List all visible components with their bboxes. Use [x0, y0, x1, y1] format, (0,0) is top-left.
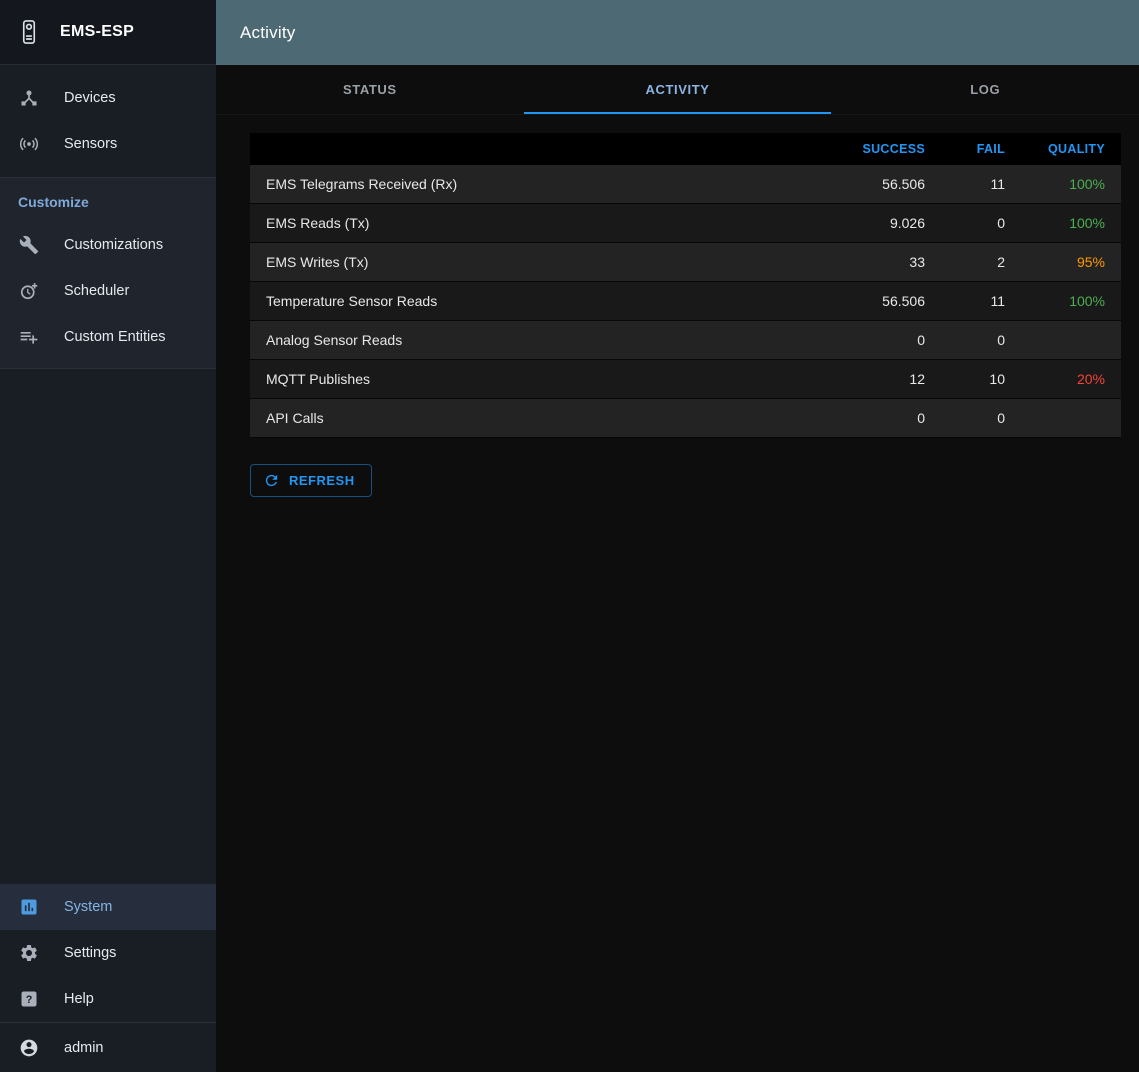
- app-logo: EMS-ESP: [0, 0, 216, 65]
- fail-column-header: FAIL: [941, 133, 1021, 165]
- tab-status[interactable]: STATUS: [216, 65, 524, 114]
- metric-quality: [1021, 399, 1121, 438]
- app-header: Activity: [216, 0, 1139, 65]
- account-circle-icon: [18, 1037, 40, 1059]
- help-icon: ?: [18, 988, 40, 1010]
- sidebar-customize-group: Customize Customizations: [0, 177, 216, 369]
- table-header-row: SUCCESS FAIL QUALITY: [250, 133, 1121, 165]
- tab-bar: STATUS ACTIVITY LOG: [216, 65, 1139, 115]
- app-title: EMS-ESP: [60, 23, 134, 41]
- refresh-button-label: REFRESH: [289, 473, 355, 488]
- wrench-icon: [18, 234, 40, 256]
- sensors-icon: [18, 133, 40, 155]
- svg-text:?: ?: [26, 994, 33, 1006]
- metric-fail: 11: [941, 165, 1021, 204]
- sidebar-item-customizations[interactable]: Customizations: [0, 222, 216, 268]
- activity-table: SUCCESS FAIL QUALITY EMS Telegrams Recei…: [250, 133, 1121, 438]
- tab-activity[interactable]: ACTIVITY: [524, 65, 832, 114]
- sidebar-item-system[interactable]: System: [0, 884, 216, 930]
- metric-success: 56.506: [821, 282, 941, 321]
- metric-label: EMS Telegrams Received (Rx): [250, 165, 821, 204]
- metric-label: Temperature Sensor Reads: [250, 282, 821, 321]
- metric-quality: 95%: [1021, 243, 1121, 282]
- metric-label: Analog Sensor Reads: [250, 321, 821, 360]
- gear-icon: [18, 942, 40, 964]
- sidebar-item-label: System: [64, 899, 112, 915]
- metric-fail: 0: [941, 321, 1021, 360]
- metric-success: 33: [821, 243, 941, 282]
- sidebar-nav: Devices Sensors Customize Customi: [0, 65, 216, 1072]
- sidebar-item-label: Devices: [64, 90, 116, 106]
- success-column-header: SUCCESS: [821, 133, 941, 165]
- sidebar-item-label: Help: [64, 991, 94, 1007]
- sidebar-item-label: Scheduler: [64, 283, 129, 299]
- page-title: Activity: [240, 23, 295, 43]
- metric-fail: 10: [941, 360, 1021, 399]
- sidebar-item-scheduler[interactable]: Scheduler: [0, 268, 216, 314]
- metric-quality: [1021, 321, 1121, 360]
- quality-column-header: QUALITY: [1021, 133, 1121, 165]
- ems-esp-logo-icon: [14, 17, 44, 47]
- metric-quality: 100%: [1021, 282, 1121, 321]
- username-label: admin: [64, 1040, 104, 1056]
- table-row: EMS Writes (Tx) 33 2 95%: [250, 243, 1121, 282]
- metric-label: EMS Reads (Tx): [250, 204, 821, 243]
- main-area: Activity STATUS ACTIVITY LOG SUCCESS FAI…: [216, 0, 1139, 1072]
- sidebar-item-devices[interactable]: Devices: [0, 75, 216, 121]
- metric-success: 0: [821, 321, 941, 360]
- refresh-icon: [263, 472, 280, 489]
- tab-log[interactable]: LOG: [831, 65, 1139, 114]
- metric-label: MQTT Publishes: [250, 360, 821, 399]
- sidebar-item-custom-entities[interactable]: Custom Entities: [0, 314, 216, 360]
- metric-success: 0: [821, 399, 941, 438]
- sidebar-spacer: [0, 369, 216, 884]
- sidebar-item-label: Settings: [64, 945, 116, 961]
- table-row: Temperature Sensor Reads 56.506 11 100%: [250, 282, 1121, 321]
- sidebar-item-help[interactable]: ? Help: [0, 976, 216, 1022]
- clock-plus-icon: [18, 280, 40, 302]
- device-hub-icon: [18, 87, 40, 109]
- metric-column-header: [250, 133, 821, 165]
- bar-chart-icon: [18, 896, 40, 918]
- metric-success: 9.026: [821, 204, 941, 243]
- metric-quality: 100%: [1021, 204, 1121, 243]
- sidebar-item-sensors[interactable]: Sensors: [0, 121, 216, 167]
- sidebar: EMS-ESP Devices Sensors Customiz: [0, 0, 216, 1072]
- activity-panel: SUCCESS FAIL QUALITY EMS Telegrams Recei…: [216, 115, 1139, 1072]
- table-row: MQTT Publishes 12 10 20%: [250, 360, 1121, 399]
- sidebar-item-settings[interactable]: Settings: [0, 930, 216, 976]
- metric-quality: 20%: [1021, 360, 1121, 399]
- playlist-add-icon: [18, 326, 40, 348]
- metric-fail: 0: [941, 204, 1021, 243]
- app-window: EMS-ESP Devices Sensors Customiz: [0, 0, 1139, 1072]
- metric-label: API Calls: [250, 399, 821, 438]
- metric-fail: 0: [941, 399, 1021, 438]
- table-row: API Calls 0 0: [250, 399, 1121, 438]
- table-row: EMS Reads (Tx) 9.026 0 100%: [250, 204, 1121, 243]
- metric-quality: 100%: [1021, 165, 1121, 204]
- refresh-button[interactable]: REFRESH: [250, 464, 372, 497]
- metric-success: 56.506: [821, 165, 941, 204]
- metric-success: 12: [821, 360, 941, 399]
- table-row: Analog Sensor Reads 0 0: [250, 321, 1121, 360]
- sidebar-item-label: Custom Entities: [64, 329, 166, 345]
- sidebar-item-label: Sensors: [64, 136, 117, 152]
- table-row: EMS Telegrams Received (Rx) 56.506 11 10…: [250, 165, 1121, 204]
- metric-fail: 11: [941, 282, 1021, 321]
- metric-label: EMS Writes (Tx): [250, 243, 821, 282]
- sidebar-user[interactable]: admin: [0, 1022, 216, 1072]
- sidebar-item-label: Customizations: [64, 237, 163, 253]
- metric-fail: 2: [941, 243, 1021, 282]
- customize-section-header: Customize: [0, 178, 216, 222]
